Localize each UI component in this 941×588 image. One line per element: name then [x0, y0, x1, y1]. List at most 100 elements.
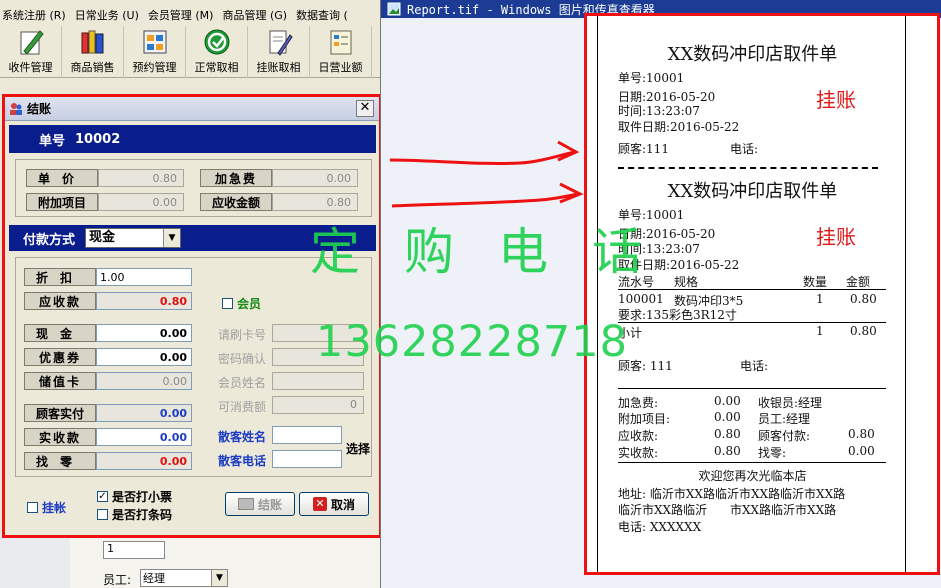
- guest-phone-input[interactable]: [272, 450, 342, 468]
- close-icon[interactable]: ✕: [356, 100, 374, 117]
- receipt-image: XX数码冲印店取件单 单号:10001 日期:2016-05-20 时间:13:…: [597, 16, 906, 572]
- dialog-title: 结账: [27, 102, 52, 116]
- receipt-title: XX数码冲印店取件单: [667, 44, 838, 65]
- actual-received-row: 实收款 0.00: [24, 428, 192, 446]
- change-label: 找零: [24, 452, 96, 470]
- receipt-time: 时间:13:23:07: [618, 104, 700, 118]
- card-number-label: 请刷卡号: [218, 328, 267, 342]
- left-panel: [0, 535, 70, 588]
- extra-items-label: 附加项目:: [618, 412, 671, 426]
- column-qty: 数量: [803, 275, 828, 289]
- urgent-fee-row: 加急费 0.00: [200, 169, 358, 187]
- tear-line: [618, 167, 878, 169]
- checkout-button[interactable]: 结账: [225, 492, 295, 516]
- cash-input[interactable]: 0.00: [96, 324, 192, 342]
- stored-value-row: 储值卡 0.00: [24, 372, 192, 390]
- checkbox-box[interactable]: [27, 502, 38, 513]
- menu-system-register[interactable]: 系统注册 (R): [0, 4, 73, 26]
- actual-received-input[interactable]: 0.00: [96, 428, 192, 446]
- receivable-value: 0.80: [96, 292, 192, 310]
- coupon-input[interactable]: 0.00: [96, 348, 192, 366]
- receipt-phone: 电话:: [730, 142, 759, 156]
- credit-pickup-button[interactable]: 挂账取相: [248, 26, 310, 78]
- reservation-management-button[interactable]: 预约管理: [124, 26, 186, 78]
- menu-product-management[interactable]: 商品管理 (G): [220, 4, 294, 26]
- discount-row: 折扣 1.00: [24, 268, 192, 286]
- chevron-down-icon[interactable]: ▼: [163, 229, 181, 247]
- divider: [618, 462, 886, 463]
- menu-daily-business[interactable]: 日常业务 (U): [73, 4, 146, 26]
- guest-name-input[interactable]: [272, 426, 342, 444]
- change-label: 找零:: [758, 446, 787, 460]
- password-confirm-label: 密码确认: [218, 352, 267, 366]
- order-number-value: 10002: [75, 131, 121, 147]
- employee-value: 经理: [143, 572, 165, 585]
- employee-select[interactable]: 经理 ▼: [140, 569, 228, 587]
- checkbox-box[interactable]: [97, 509, 108, 520]
- discount-label: 折扣: [24, 268, 96, 286]
- pencil-paper-icon: [20, 30, 44, 55]
- tool-label: 日营业额: [318, 61, 363, 74]
- extra-items-row: 附加项目 0.00: [26, 193, 184, 211]
- normal-pickup-button[interactable]: 正常取相: [186, 26, 248, 78]
- credit-checkbox-label: 挂帐: [42, 501, 67, 515]
- member-checkbox[interactable]: 会员: [222, 295, 261, 312]
- cancel-button[interactable]: ✕ 取消: [299, 492, 369, 516]
- fee-summary-box: 单价 0.80 加急费 0.00 附加项目 0.00 应收金额 0.80: [15, 159, 372, 217]
- image-viewer-window: Report.tif - Windows 图片和传真查看器 XX数码冲印店取件单…: [380, 0, 941, 588]
- cancel-button-label: 取消: [330, 497, 355, 512]
- print-barcode-label: 是否打条码: [112, 508, 173, 522]
- receivable-amount-row: 应收金额 0.80: [200, 193, 358, 211]
- payment-details-box: 折扣 1.00 应收款 0.80 会员 现金 0.00 优惠券 0.00 储值卡…: [15, 257, 372, 477]
- watermark-phone-number: 13628228718: [316, 317, 628, 367]
- order-number-label: 单号: [39, 133, 66, 149]
- chevron-down-icon[interactable]: ▼: [211, 570, 227, 586]
- menu-member-management[interactable]: 会员管理 (M): [146, 4, 221, 26]
- urgent-fee-value: 0.00: [272, 169, 358, 187]
- print-receipt-label: 是否打小票: [112, 490, 173, 504]
- payment-method-value: 现金: [89, 230, 116, 245]
- change-value: 0.00: [848, 444, 875, 458]
- receipt-customer: 顾客:111: [618, 142, 669, 156]
- item-serial: 100001: [618, 292, 664, 306]
- order-number-bar: 单号 10002: [9, 125, 376, 153]
- receipt-phone: 电话:: [740, 359, 769, 373]
- receivable-value: 0.80: [714, 427, 741, 441]
- document-pen-icon: [269, 30, 293, 56]
- receivable-label: 应收款: [24, 292, 96, 310]
- quantity-input[interactable]: 1: [103, 541, 165, 559]
- product-sales-button[interactable]: 商品销售: [62, 26, 124, 78]
- checkbox-box[interactable]: [222, 298, 233, 309]
- credit-checkbox[interactable]: 挂帐: [27, 499, 66, 516]
- urgent-fee-label: 加急费: [200, 169, 272, 187]
- guest-phone-label: 散客电话: [218, 454, 267, 468]
- customer-paid-value: 0.80: [848, 427, 875, 441]
- select-customer-link[interactable]: 选择: [346, 440, 370, 457]
- urgent-fee-value: 0.00: [714, 394, 741, 408]
- credit-stamp: 挂账: [816, 225, 856, 249]
- receipt-pickup-date: 取件日期:2016-05-22: [618, 120, 740, 134]
- coupon-row: 优惠券 0.00: [24, 348, 192, 366]
- cash-row: 现金 0.00: [24, 324, 192, 342]
- store-address-line1: 地址: 临沂市XX路临沂市XX路临沂市XX路: [618, 487, 846, 501]
- receipt-highlight-frame: XX数码冲印店取件单 单号:10001 日期:2016-05-20 时间:13:…: [584, 13, 940, 575]
- store-address-line2: 临沂市XX路临沂 市XX路临沂市XX路: [618, 503, 837, 517]
- dialog-title-bar: 结账: [5, 97, 379, 121]
- menu-data-query[interactable]: 数据查询 (: [294, 4, 355, 26]
- cash-register-icon: [237, 498, 254, 510]
- receive-management-button[interactable]: 收件管理: [0, 26, 62, 78]
- discount-input[interactable]: 1.00: [96, 268, 192, 286]
- credit-limit-label: 可消费额: [218, 400, 267, 414]
- daily-revenue-button[interactable]: 日营业额: [310, 26, 372, 78]
- payment-method-select[interactable]: 现金 ▼: [85, 228, 182, 248]
- extra-items-value: 0.00: [98, 193, 184, 211]
- print-barcode-checkbox[interactable]: 是否打条码: [97, 506, 172, 523]
- change-value: 0.00: [96, 452, 192, 470]
- tool-label: 预约管理: [132, 61, 177, 74]
- checkout-button-label: 结账: [257, 497, 282, 512]
- check-mark-icon[interactable]: ✓: [97, 491, 108, 502]
- print-receipt-checkbox[interactable]: ✓ 是否打小票: [97, 488, 172, 505]
- credit-stamp: 挂账: [816, 88, 856, 112]
- urgent-fee-label: 加急费:: [618, 396, 659, 410]
- actual-received-label: 实收款:: [618, 446, 659, 460]
